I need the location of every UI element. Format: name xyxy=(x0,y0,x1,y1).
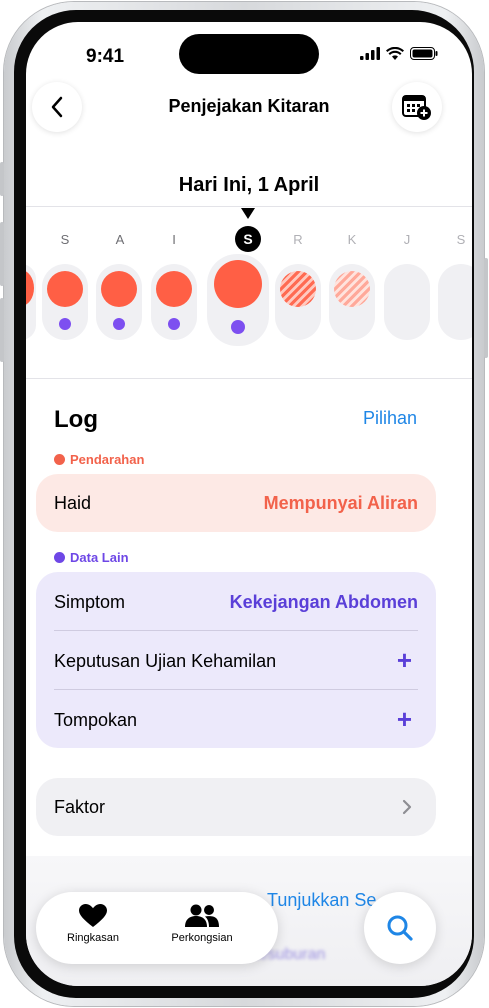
heart-icon xyxy=(79,904,107,927)
options-link[interactable]: Pilihan xyxy=(363,408,417,429)
day-column[interactable] xyxy=(438,264,472,340)
calendar-add-icon xyxy=(402,95,431,120)
bezel: 9:41 Penjejakan Kitaran Hari Ini, 1 Apri… xyxy=(14,10,474,998)
factors-label: Faktor xyxy=(54,797,106,817)
symptom-value: Kekejangan Abdomen xyxy=(229,592,418,612)
search-button[interactable] xyxy=(364,892,436,964)
people-icon xyxy=(185,904,219,927)
tab-sharing-label: Perkongsian xyxy=(171,932,233,944)
status-bar: 9:41 xyxy=(26,22,472,82)
phone-frame: 9:41 Penjejakan Kitaran Hari Ini, 1 Apri… xyxy=(0,2,488,1006)
period-card[interactable]: Haid Mempunyai Aliran xyxy=(36,474,436,532)
tab-summary[interactable]: Ringkasan xyxy=(50,904,136,944)
log-title: Log xyxy=(54,406,98,433)
divider xyxy=(26,206,472,207)
period-value: Mempunyai Aliran xyxy=(263,493,418,513)
other-data-category: Data Lain xyxy=(54,550,129,565)
status-time: 9:41 xyxy=(86,46,125,67)
status-icons xyxy=(360,47,438,60)
period-label: Haid xyxy=(54,493,92,513)
day-letter: K xyxy=(347,232,357,247)
predicted-period-marker xyxy=(334,271,370,307)
add-calendar-button[interactable] xyxy=(392,82,442,132)
dynamic-island xyxy=(179,34,319,74)
chevron-right-icon xyxy=(402,799,412,815)
day-letter: S xyxy=(456,232,466,247)
add-icon: + xyxy=(396,704,412,734)
screen: 9:41 Penjejakan Kitaran Hari Ini, 1 Apri… xyxy=(26,22,472,986)
selected-date: Hari Ini, 1 April xyxy=(178,174,320,196)
tab-bar: Ringkasan Perkongsian xyxy=(36,892,278,964)
show-all-link[interactable]: Tunjukkan Se xyxy=(267,890,376,911)
today-letter: S xyxy=(235,226,261,252)
add-icon: + xyxy=(396,645,412,675)
period-day-marker xyxy=(156,271,192,307)
side-button xyxy=(0,162,4,196)
tab-summary-label: Ringkasan xyxy=(67,932,119,944)
day-letter: D xyxy=(26,232,28,247)
bleeding-dot-icon xyxy=(54,454,65,465)
wifi-icon xyxy=(386,47,404,60)
predicted-period-marker xyxy=(280,271,316,307)
symptom-dot xyxy=(59,318,71,330)
symptom-label: Simptom xyxy=(54,592,126,612)
spotting-row[interactable]: Tompokan + xyxy=(36,690,436,748)
today-pointer-icon xyxy=(241,208,255,219)
side-button xyxy=(0,298,4,362)
factors-row[interactable]: Faktor xyxy=(36,778,436,836)
side-button xyxy=(0,222,4,286)
other-data-card: Simptom Kekejangan Abdomen Keputusan Uji… xyxy=(36,572,436,748)
symptom-dot xyxy=(168,318,180,330)
day-letter: R xyxy=(293,232,303,247)
spotting-label: Tompokan xyxy=(54,710,138,730)
day-letter: A xyxy=(115,232,125,247)
pregnancy-test-row[interactable]: Keputusan Ujian Kehamilan + xyxy=(36,631,436,689)
bleeding-category-label: Pendarahan xyxy=(70,452,145,467)
tab-sharing[interactable]: Perkongsian xyxy=(150,904,254,944)
symptom-row[interactable]: Simptom Kekejangan Abdomen xyxy=(36,572,436,630)
search-icon xyxy=(387,915,413,941)
signal-icon xyxy=(360,47,380,60)
day-letter: I xyxy=(172,232,176,247)
divider xyxy=(26,378,472,379)
period-day-marker xyxy=(47,271,83,307)
side-button xyxy=(484,258,488,358)
symptom-dot xyxy=(113,318,125,330)
battery-icon xyxy=(410,47,438,60)
day-column[interactable] xyxy=(384,264,430,340)
other-data-dot-icon xyxy=(54,552,65,563)
other-data-category-label: Data Lain xyxy=(70,550,129,565)
symptom-dot xyxy=(231,320,245,334)
period-day-marker xyxy=(101,271,137,307)
day-letter: S xyxy=(60,232,70,247)
bleeding-category: Pendarahan xyxy=(54,452,144,467)
day-letter: J xyxy=(403,232,411,247)
today-period-marker xyxy=(214,260,262,308)
pregnancy-test-label: Keputusan Ujian Kehamilan xyxy=(54,651,277,671)
